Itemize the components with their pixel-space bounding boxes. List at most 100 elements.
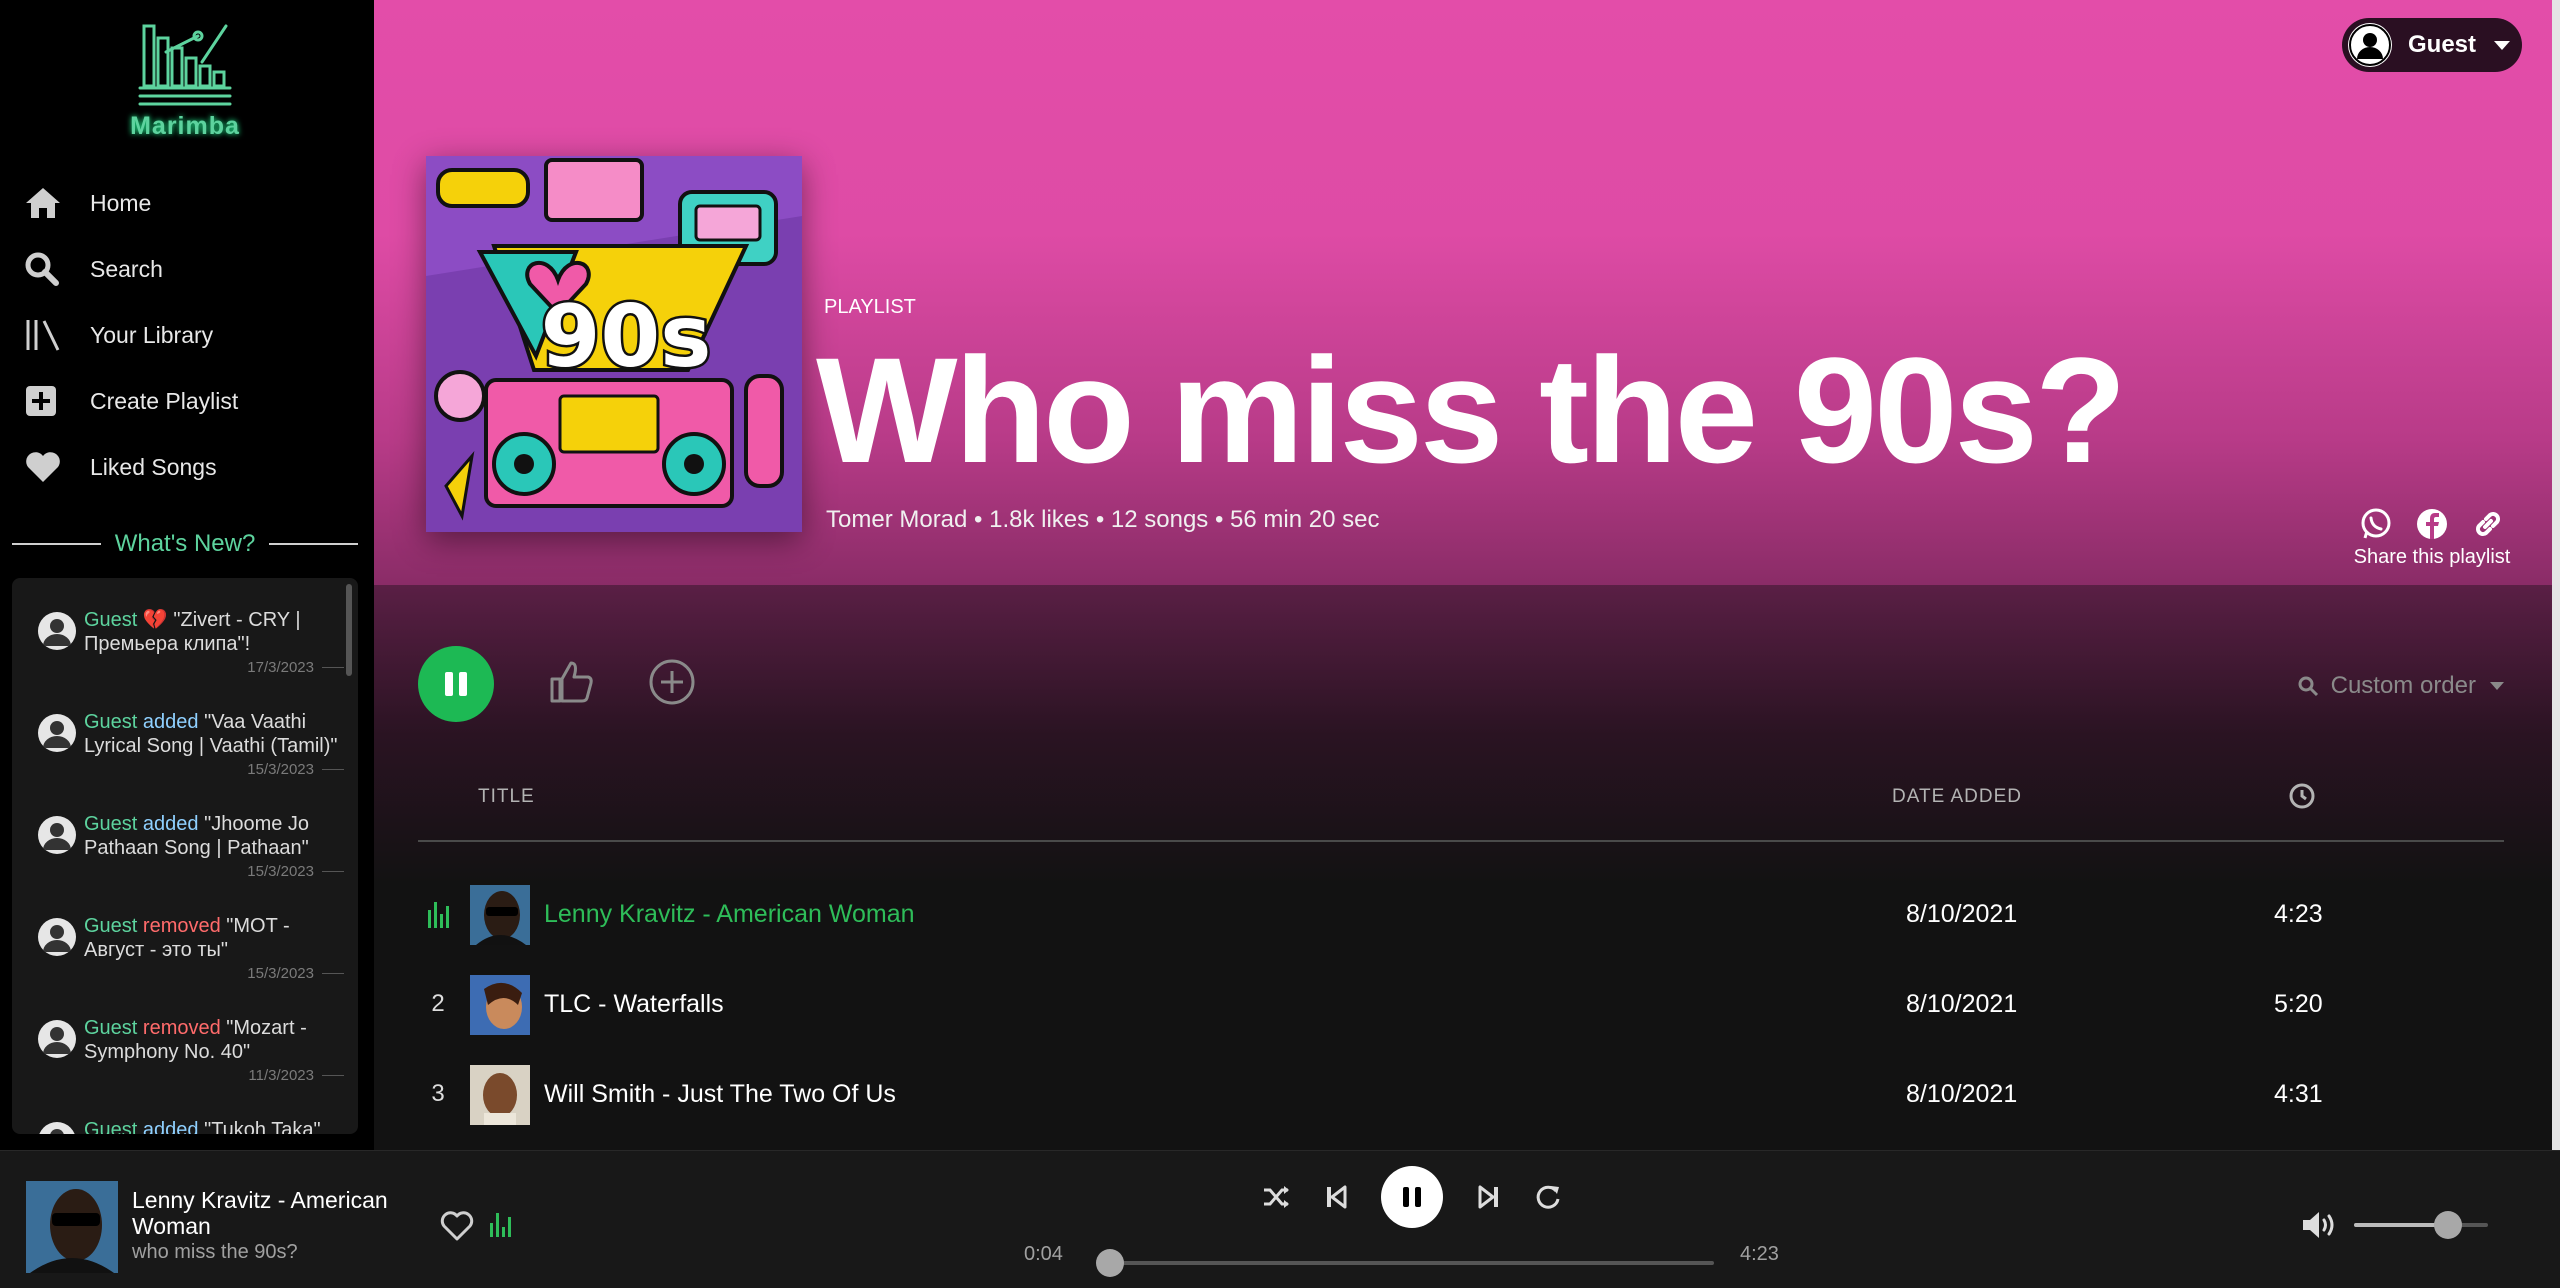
like-playlist-button[interactable] <box>546 657 596 712</box>
whats-new-heading: What's New? <box>12 530 358 558</box>
now-playing-title[interactable]: Lenny Kravitz - American Woman <box>132 1187 402 1239</box>
track-duration: 4:31 <box>2274 1080 2323 1108</box>
feed-date: 17/3/2023 <box>247 659 344 676</box>
volume-handle[interactable] <box>2433 1211 2462 1239</box>
progress-handle[interactable] <box>1095 1249 1124 1277</box>
feed-action: added <box>142 1119 199 1134</box>
page-title: Who miss the 90s? <box>816 326 2127 494</box>
player-bar: Lenny Kravitz - American Woman who miss … <box>0 1150 2560 1288</box>
whats-new-title: What's New? <box>114 530 256 557</box>
previous-button[interactable] <box>1325 1185 1347 1209</box>
skip-forward-icon <box>1478 1185 1498 1209</box>
divider <box>12 543 101 545</box>
track-thumbnail <box>470 1065 530 1125</box>
nav-item-liked-songs[interactable]: Liked Songs <box>24 434 364 500</box>
marimba-logo-icon <box>138 24 232 106</box>
user-menu-button[interactable]: Guest <box>2342 18 2522 72</box>
feed-item: Guest removed "Mozart - Symphony No. 40"… <box>12 986 358 1088</box>
nav-item-create-playlist[interactable]: Create Playlist <box>24 368 364 434</box>
avatar <box>38 612 76 650</box>
feed-message: Guest removed "Mozart - Symphony No. 40" <box>72 1016 338 1066</box>
now-playing-cover[interactable] <box>26 1181 118 1273</box>
feed-date: 11/3/2023 <box>248 1067 344 1084</box>
user-avatar-icon <box>2348 23 2392 67</box>
feed-action: removed <box>142 915 221 937</box>
feed-item: Guest added "Vaa Vaathi Lyrical Song | V… <box>12 680 358 782</box>
repeat-button[interactable] <box>1534 1183 1562 1211</box>
facebook-icon[interactable] <box>2414 506 2450 542</box>
feed-date: 15/3/2023 <box>247 761 344 778</box>
track-row[interactable]: 2 TLC - Waterfalls 8/10/2021 5:20 <box>418 960 2504 1050</box>
feed-message: Guest added "Vaa Vaathi Lyrical Song | V… <box>72 710 338 760</box>
whatsapp-icon[interactable] <box>2358 506 2394 542</box>
feed-message: Guest 💔 "Zivert - CRY | Премьера клипа"! <box>72 608 338 658</box>
nav-item-library[interactable]: Your Library <box>24 302 364 368</box>
add-to-library-button[interactable] <box>648 658 696 711</box>
sidebar: Marimba Home Search Your Library Create … <box>0 0 374 1150</box>
progress-bar[interactable] <box>1095 1249 1714 1277</box>
play-pause-button[interactable] <box>1381 1166 1443 1228</box>
feed-action: removed <box>142 1017 221 1039</box>
skip-back-icon <box>1326 1185 1346 1209</box>
track-title[interactable]: Lenny Kravitz - American Woman <box>544 900 915 929</box>
feed-user: Guest <box>84 1119 138 1134</box>
nav-item-search[interactable]: Search <box>24 236 364 302</box>
search-icon <box>24 249 68 289</box>
heart-icon[interactable] <box>440 1211 474 1246</box>
volume-slider[interactable] <box>2354 1211 2488 1239</box>
track-row[interactable]: 3 Will Smith - Just The Two Of Us 8/10/2… <box>418 1050 2504 1140</box>
playlist-cover-image: 90s <box>426 156 802 532</box>
shuffle-icon <box>1264 1186 1289 1208</box>
nav-item-label: Search <box>90 255 163 282</box>
feed-item: Guest added "Jhoome Jo Pathaan Song | Pa… <box>12 782 358 884</box>
track-thumbnail <box>470 975 530 1035</box>
playback-controls <box>1262 1165 1562 1229</box>
volume-icon[interactable] <box>2300 1209 2338 1246</box>
broken-heart-icon: 💔 <box>142 609 168 631</box>
divider <box>269 543 358 545</box>
track-row[interactable]: Lenny Kravitz - American Woman 8/10/2021… <box>418 870 2504 960</box>
thumbs-up-icon <box>550 661 593 702</box>
sort-label: Custom order <box>2330 672 2476 699</box>
clock-icon[interactable] <box>2288 782 2316 816</box>
track-duration: 5:20 <box>2274 990 2323 1018</box>
nav-item-label: Your Library <box>90 321 214 348</box>
main-scrollbar[interactable] <box>2552 0 2560 1150</box>
shuffle-button[interactable] <box>1262 1185 1290 1209</box>
avatar <box>38 816 76 854</box>
feed-action: added <box>142 813 199 835</box>
playing-equalizer-icon <box>490 1213 511 1237</box>
pause-button[interactable] <box>418 646 494 722</box>
app-name: Marimba <box>130 112 240 140</box>
column-title[interactable]: TITLE <box>478 786 535 808</box>
share-label: Share this playlist <box>2353 546 2511 568</box>
nav-item-label: Home <box>90 189 152 216</box>
track-title[interactable]: TLC - Waterfalls <box>544 990 724 1019</box>
playlist-meta: Tomer Morad • 1.8k likes • 12 songs • 56… <box>826 506 1380 533</box>
track-title[interactable]: Will Smith - Just The Two Of Us <box>544 1080 896 1109</box>
track-thumbnail <box>470 885 530 945</box>
next-button[interactable] <box>1478 1185 1500 1209</box>
feed-user: Guest <box>84 1017 138 1039</box>
app-logo[interactable]: Marimba <box>130 22 240 142</box>
share-panel: Share this playlist <box>2342 506 2522 569</box>
feed-text: "Tukoh Taka" <box>204 1119 321 1134</box>
playlist-controls <box>418 646 696 722</box>
track-date-added: 8/10/2021 <box>1906 1080 2018 1108</box>
nav-item-home[interactable]: Home <box>24 170 364 236</box>
now-playing-playlist[interactable]: who miss the 90s? <box>132 1241 298 1264</box>
feed-date: 15/3/2023 <box>247 863 344 880</box>
main-content: Guest 90s PLAYLIST Who miss the 90s? Tom… <box>374 0 2560 1150</box>
column-date-added[interactable]: DATE ADDED <box>1892 786 2022 808</box>
feed-user: Guest <box>84 711 138 733</box>
repeat-icon <box>1536 1185 1560 1209</box>
sort-dropdown[interactable]: Custom order <box>2297 672 2504 700</box>
link-icon[interactable] <box>2470 506 2506 542</box>
plus-square-icon <box>24 381 68 421</box>
feed-action: added <box>142 711 199 733</box>
feed-user: Guest <box>84 813 138 835</box>
playlist-type-label: PLAYLIST <box>824 296 916 318</box>
tracklist-header: TITLE DATE ADDED <box>418 776 2504 842</box>
activity-feed[interactable]: Guest 💔 "Zivert - CRY | Премьера клипа"!… <box>12 578 358 1134</box>
track-number: 3 <box>431 1080 445 1107</box>
